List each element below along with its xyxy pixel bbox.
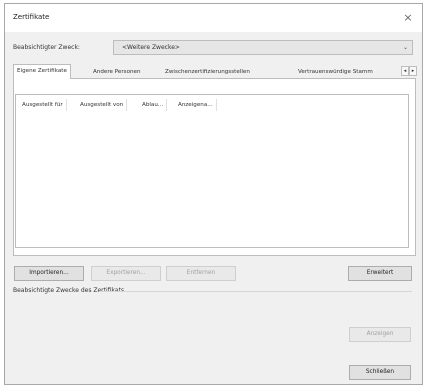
title-bar: Zertifikate × — [5, 4, 422, 32]
chevron-down-icon: ⌄ — [402, 44, 408, 51]
column-expiration[interactable]: Ablau... — [142, 99, 168, 111]
view-button[interactable]: Anzeigen — [349, 327, 411, 342]
certificates-dialog: Zertifikate × Beabsichtigter Zweck: <Wei… — [4, 3, 423, 385]
export-button[interactable]: Exportieren... — [91, 266, 161, 281]
purpose-label: Beabsichtigter Zweck: — [13, 44, 80, 51]
dialog-title: Zertifikate — [13, 13, 50, 21]
section-divider — [99, 291, 412, 292]
advanced-button[interactable]: Erweitert — [348, 266, 412, 281]
import-button[interactable]: Importieren... — [14, 266, 84, 281]
close-icon[interactable]: × — [400, 10, 416, 26]
remove-button[interactable]: Entfernen — [166, 266, 236, 281]
tab-other-people[interactable]: Andere Personen — [93, 66, 141, 78]
chevron-right-icon[interactable]: ▸ — [409, 66, 417, 76]
column-issued-to[interactable]: Ausgestellt für — [22, 99, 67, 111]
certificate-list[interactable]: Ausgestellt für Ausgestellt von Ablau...… — [15, 94, 409, 248]
purpose-dropdown-value: <Weitere Zwecke> — [122, 44, 180, 51]
tab-trusted-root-cas[interactable]: Vertrauenswürdige Stamm — [298, 66, 373, 78]
column-issued-by[interactable]: Ausgestellt von — [80, 99, 128, 111]
tab-own-certificates[interactable]: Eigene Zertifikate — [13, 64, 71, 79]
column-friendly-name[interactable]: Anzeigena... — [178, 99, 217, 111]
tab-strip: Eigene Zertifikate Andere Personen Zwisc… — [13, 64, 417, 79]
chevron-left-icon[interactable]: ◂ — [401, 66, 409, 76]
tab-intermediate-cas[interactable]: Zwischenzertifizierungsstellen — [165, 66, 250, 78]
purpose-dropdown[interactable]: <Weitere Zwecke> ⌄ — [113, 40, 413, 55]
close-button[interactable]: Schließen — [349, 365, 411, 380]
